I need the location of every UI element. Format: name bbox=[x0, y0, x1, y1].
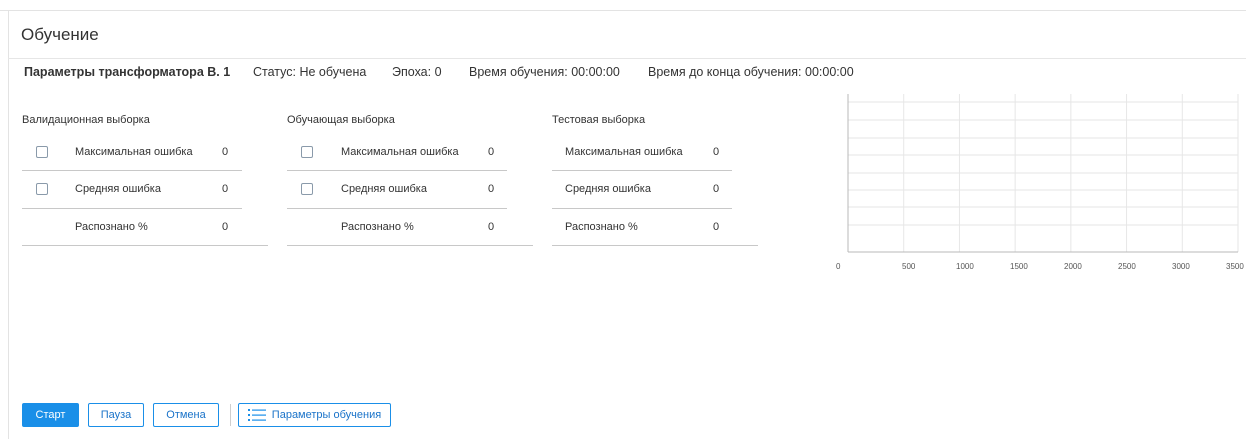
row-divider bbox=[22, 170, 242, 171]
row-value: 0 bbox=[713, 183, 720, 195]
row-divider bbox=[552, 208, 732, 209]
row-value: 0 bbox=[222, 221, 229, 233]
training-chart bbox=[847, 94, 1239, 253]
avg-error-checkbox[interactable] bbox=[36, 183, 48, 195]
chart-x-tick-label: 3500 bbox=[1226, 262, 1244, 271]
avg-error-checkbox[interactable] bbox=[301, 183, 313, 195]
row-divider bbox=[22, 245, 268, 246]
row-value: 0 bbox=[713, 221, 720, 233]
row-divider bbox=[552, 245, 758, 246]
section-title: Валидационная выборка bbox=[22, 114, 150, 126]
row-divider bbox=[287, 208, 507, 209]
cancel-button[interactable]: Отмена bbox=[153, 403, 219, 427]
row-label: Максимальная ошибка bbox=[341, 146, 459, 158]
title-divider bbox=[8, 58, 1246, 59]
row-value: 0 bbox=[488, 221, 495, 233]
section-title: Обучающая выборка bbox=[287, 114, 395, 126]
chart-x-tick-label: 500 bbox=[902, 262, 916, 271]
training-params-button[interactable]: Параметры обучения bbox=[238, 403, 391, 427]
chart-x-tick-label: 0 bbox=[836, 262, 841, 271]
row-label: Максимальная ошибка bbox=[75, 146, 193, 158]
row-label: Распознано % bbox=[565, 221, 638, 233]
start-button[interactable]: Старт bbox=[22, 403, 79, 427]
row-divider bbox=[287, 245, 533, 246]
row-divider bbox=[287, 170, 507, 171]
max-error-checkbox[interactable] bbox=[301, 146, 313, 158]
row-label: Средняя ошибка bbox=[341, 183, 427, 195]
row-value: 0 bbox=[222, 183, 229, 195]
row-value: 0 bbox=[488, 183, 495, 195]
list-icon bbox=[247, 409, 266, 421]
row-label: Распознано % bbox=[341, 221, 414, 233]
row-value: 0 bbox=[713, 146, 720, 158]
row-divider bbox=[552, 170, 732, 171]
training-params-label: Параметры обучения bbox=[271, 409, 382, 421]
chart-x-tick-label: 3000 bbox=[1172, 262, 1190, 271]
row-label: Средняя ошибка bbox=[565, 183, 651, 195]
status-text: Статус: Не обучена bbox=[253, 65, 367, 79]
pause-button[interactable]: Пауза bbox=[88, 403, 144, 427]
max-error-checkbox[interactable] bbox=[36, 146, 48, 158]
chart-x-tick-label: 1000 bbox=[956, 262, 974, 271]
row-label: Распознано % bbox=[75, 221, 148, 233]
row-value: 0 bbox=[222, 146, 229, 158]
epoch-text: Эпоха: 0 bbox=[392, 65, 442, 79]
train-time-text: Время обучения: 00:00:00 bbox=[469, 65, 620, 79]
model-params-label: Параметры трансформатора В. 1 bbox=[24, 65, 231, 79]
button-separator bbox=[230, 404, 231, 426]
chart-x-tick-label: 2000 bbox=[1064, 262, 1082, 271]
section-title: Тестовая выборка bbox=[552, 114, 646, 126]
page-title: Обучение bbox=[21, 25, 99, 44]
row-label: Максимальная ошибка bbox=[565, 146, 683, 158]
chart-x-tick-label: 2500 bbox=[1118, 262, 1136, 271]
chart-x-tick-label: 1500 bbox=[1010, 262, 1028, 271]
row-label: Средняя ошибка bbox=[75, 183, 161, 195]
row-value: 0 bbox=[488, 146, 495, 158]
row-divider bbox=[22, 208, 242, 209]
time-left-text: Время до конца обучения: 00:00:00 bbox=[648, 65, 854, 79]
